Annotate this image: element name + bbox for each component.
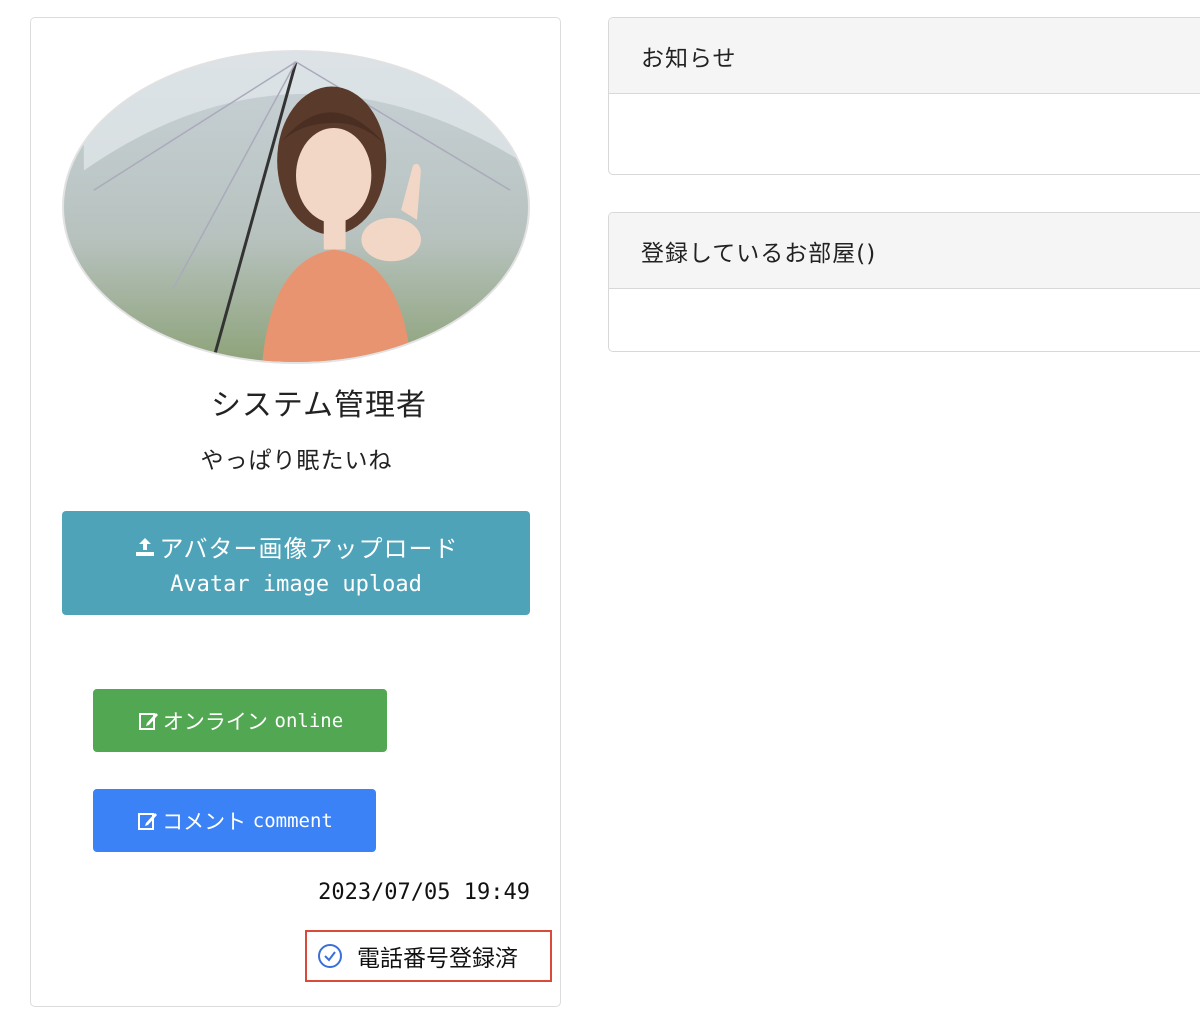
status-message: やっぱり眠たいね (200, 448, 393, 474)
online-label-en: online (274, 709, 344, 732)
comment-button[interactable]: コメント comment (93, 789, 376, 852)
avatar-upload-label-ja: アバター画像アップロード (159, 535, 459, 563)
avatar-photo-icon (64, 52, 528, 362)
edit-icon (136, 809, 160, 833)
online-button[interactable]: オンライン online (93, 689, 387, 752)
last-login-timestamp: 2023/07/05 19:49 (318, 880, 530, 905)
rooms-panel: 登録しているお部屋() (608, 212, 1200, 352)
online-label-ja: オンライン (162, 709, 268, 734)
avatar-upload-label-row: アバター画像アップロード (133, 529, 458, 564)
check-circle-icon (317, 943, 343, 969)
avatar-upload-button[interactable]: アバター画像アップロード Avatar image upload (62, 511, 530, 615)
news-panel: お知らせ (608, 17, 1200, 175)
avatar (62, 50, 530, 364)
user-name: システム管理者 (210, 388, 428, 423)
avatar-upload-label-en: Avatar image upload (170, 572, 422, 597)
rooms-panel-title: 登録しているお部屋() (609, 213, 1200, 289)
phone-verified-badge: 電話番号登録済 (305, 930, 552, 982)
edit-icon (137, 709, 161, 733)
comment-label-en: comment (252, 809, 333, 832)
news-panel-title: お知らせ (609, 18, 1200, 94)
phone-verified-label: 電話番号登録済 (357, 946, 518, 972)
upload-icon (133, 535, 157, 559)
comment-label-ja: コメント (162, 809, 247, 834)
profile-card: システム管理者 やっぱり眠たいね アバター画像アップロード Avatar ima… (30, 17, 561, 1007)
